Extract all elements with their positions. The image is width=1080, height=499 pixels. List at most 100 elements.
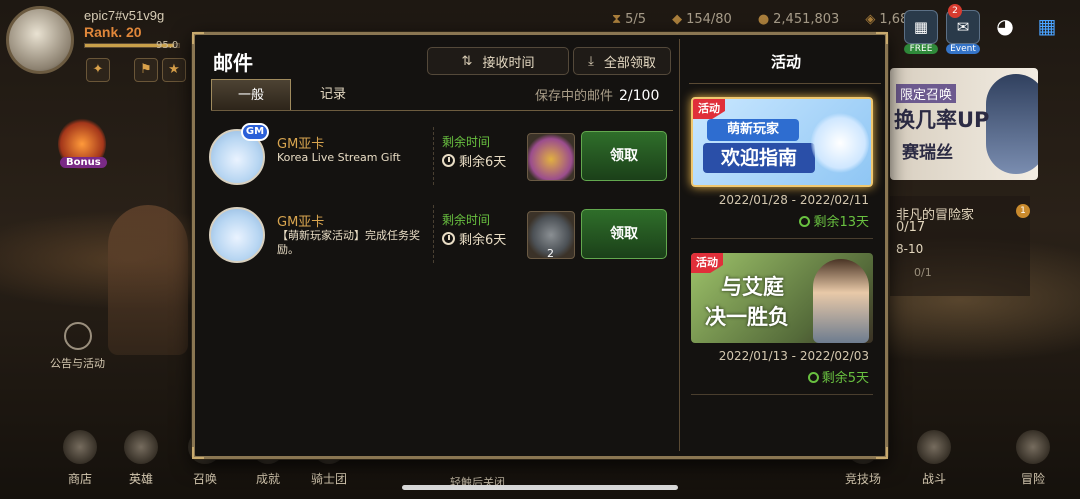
gm-avatar [209, 207, 265, 263]
scale-icon [63, 430, 97, 464]
banner-line1: 换几率UP [894, 108, 990, 132]
adventure-stage: 8-10 [896, 242, 924, 256]
nav-battle[interactable]: 战斗 [909, 430, 959, 487]
stamina-resource[interactable]: ⧗ 5/5 [612, 12, 646, 27]
crystal-resource[interactable]: ◆ 154/80 [672, 12, 732, 27]
menu-grid-icon[interactable]: ▦ [1030, 10, 1064, 44]
nav-adventure[interactable]: 冒险 [1008, 430, 1058, 487]
event-banner[interactable]: 活动 与艾庭 决一胜负 [691, 253, 873, 343]
adventure-badge: 1 [1016, 204, 1030, 218]
mail-item[interactable]: GM亚卡 【萌新玩家活动】完成任务奖励。 剩余时间 剩余6天 2 领取 [209, 205, 669, 265]
lobby-character[interactable] [108, 205, 188, 355]
tab-general[interactable]: 一般 [211, 79, 291, 111]
nav-shop[interactable]: 商店 [55, 430, 105, 487]
dialog-corner [192, 32, 204, 44]
mail-badge: 2 [948, 4, 962, 18]
sort-icon: ⇅ [461, 53, 473, 69]
event-character-art [813, 259, 869, 343]
stone-cube-icon[interactable]: 2 [527, 211, 575, 260]
banner-line2: 赛瑞丝 [902, 143, 953, 163]
limited-summon-banner[interactable]: 限定召唤 换几率UP 赛瑞丝 [890, 68, 1038, 180]
rank-star-icon[interactable]: ★ [162, 58, 186, 82]
clock-icon [442, 232, 455, 245]
mail-body: Korea Live Stream Gift [277, 151, 401, 164]
storage-label: 保存中的邮件 [535, 89, 614, 104]
event-card[interactable]: 活动 与艾庭 决一胜负 2022/01/13 - 2022/02/03 剩余5天 [691, 253, 873, 395]
claim-button[interactable]: 领取 [581, 131, 667, 181]
notice-label: 公告与活动 [50, 357, 105, 370]
events-divider [679, 39, 680, 451]
event-mail-button[interactable]: ✉ Event 2 [946, 4, 980, 54]
xp-text: 95.0 [156, 40, 179, 51]
event-banner-line2: 决一胜负 [705, 305, 789, 329]
event-remaining: 剩余5天 [691, 367, 873, 386]
tab-divider [211, 110, 673, 111]
mail-dialog: 邮件 ⇅ 接收时间 ⤓ 全部领取 一般 记录 保存中的邮件 2/100 GM GM… [192, 32, 888, 459]
free-gift-button[interactable]: ▦ FREE [904, 10, 938, 54]
mascot-icon [811, 113, 869, 173]
player-name: epic7#v51v9g [84, 8, 165, 23]
stamina-icon: ⧗ [612, 12, 622, 27]
mail-separator [433, 205, 434, 263]
adventure-progress: 0/17 [896, 220, 926, 235]
gold-icon: ● [757, 12, 770, 27]
events-title-line [689, 83, 881, 84]
gold-resource[interactable]: ● 2,451,803 [758, 12, 840, 27]
crystal-icon: ◆ [672, 12, 683, 27]
event-banner-line2: 欢迎指南 [703, 143, 815, 173]
dialog-corner [876, 447, 888, 459]
wings-icon[interactable]: ✦ [86, 58, 110, 82]
event-date: 2022/01/28 - 2022/02/11 [718, 193, 869, 207]
dialog-corner [876, 32, 888, 44]
player-rank: Rank. 20 [84, 24, 142, 40]
event-card[interactable]: 活动 萌新玩家 欢迎指南 2022/01/28 - 2022/02/11 剩余1… [691, 97, 873, 239]
mail-separator [433, 127, 434, 185]
nav-heroes[interactable]: 英雄 [116, 430, 166, 487]
resource-bar: ⧗ 5/5 ◆ 154/80 ● 2,451,803 ◈ 1,680 [612, 12, 917, 27]
sort-receive-time-button[interactable]: ⇅ 接收时间 [427, 47, 569, 75]
remaining-label: 剩余时间 [442, 135, 491, 149]
adventure-icon [1016, 430, 1050, 464]
mail-item[interactable]: GM GM亚卡 Korea Live Stream Gift 剩余时间 剩余6天… [209, 123, 669, 187]
banner-character-art [986, 74, 1038, 174]
treasure-chest-icon[interactable] [527, 133, 575, 181]
remaining-value: 剩余6天 [442, 229, 506, 248]
mission-icon[interactable]: ⚑ [134, 58, 158, 82]
event-date: 2022/01/13 - 2022/02/03 [718, 349, 869, 363]
bonus-label: Bonus [60, 157, 107, 168]
home-indicator[interactable] [402, 485, 678, 490]
reward-count: 2 [547, 247, 554, 260]
player-avatar[interactable] [6, 6, 74, 74]
event-tag: 活动 [693, 99, 725, 119]
sort-button-label: 接收时间 [482, 55, 535, 71]
gm-badge: GM [241, 123, 269, 141]
download-icon: ⤓ [588, 53, 594, 69]
clock-icon [442, 154, 455, 167]
mail-sender: GM亚卡 [277, 137, 325, 152]
event-divider [691, 394, 873, 395]
event-banner-line1: 与艾庭 [721, 275, 784, 299]
battle-icon [917, 430, 951, 464]
claim-all-button[interactable]: ⤓ 全部领取 [573, 47, 671, 75]
mail-body: 【萌新玩家活动】完成任务奖励。 [277, 229, 420, 256]
event-banner-line1: 萌新玩家 [707, 119, 799, 141]
claim-button[interactable]: 领取 [581, 209, 667, 259]
remaining-value: 剩余6天 [442, 151, 506, 170]
adventure-count: 0/1 [914, 266, 932, 279]
chat-icon[interactable]: ◕ [988, 10, 1022, 44]
tab-record[interactable]: 记录 [303, 79, 363, 111]
adventure-progress-panel[interactable]: 非凡的冒险家 0/17 8-10 0/1 1 [890, 196, 1030, 296]
events-title: 活动 [770, 53, 801, 71]
game-screen: epic7#v51v9g Rank. 20 95.0 ✦ ⚑ ★ Bonus 公… [0, 0, 1080, 499]
clock-icon [807, 372, 819, 383]
skystone-icon: ◈ [865, 12, 876, 27]
event-banner[interactable]: 活动 萌新玩家 欢迎指南 [691, 97, 873, 187]
clock-icon [799, 216, 811, 227]
event-remaining: 剩余13天 [691, 211, 873, 230]
dialog-corner [192, 447, 204, 459]
notice-icon[interactable] [64, 322, 92, 350]
event-tag: 活动 [691, 253, 723, 273]
banner-tag: 限定召唤 [896, 84, 957, 103]
helmet-icon [124, 430, 158, 464]
mail-sender: GM亚卡 [277, 215, 325, 230]
